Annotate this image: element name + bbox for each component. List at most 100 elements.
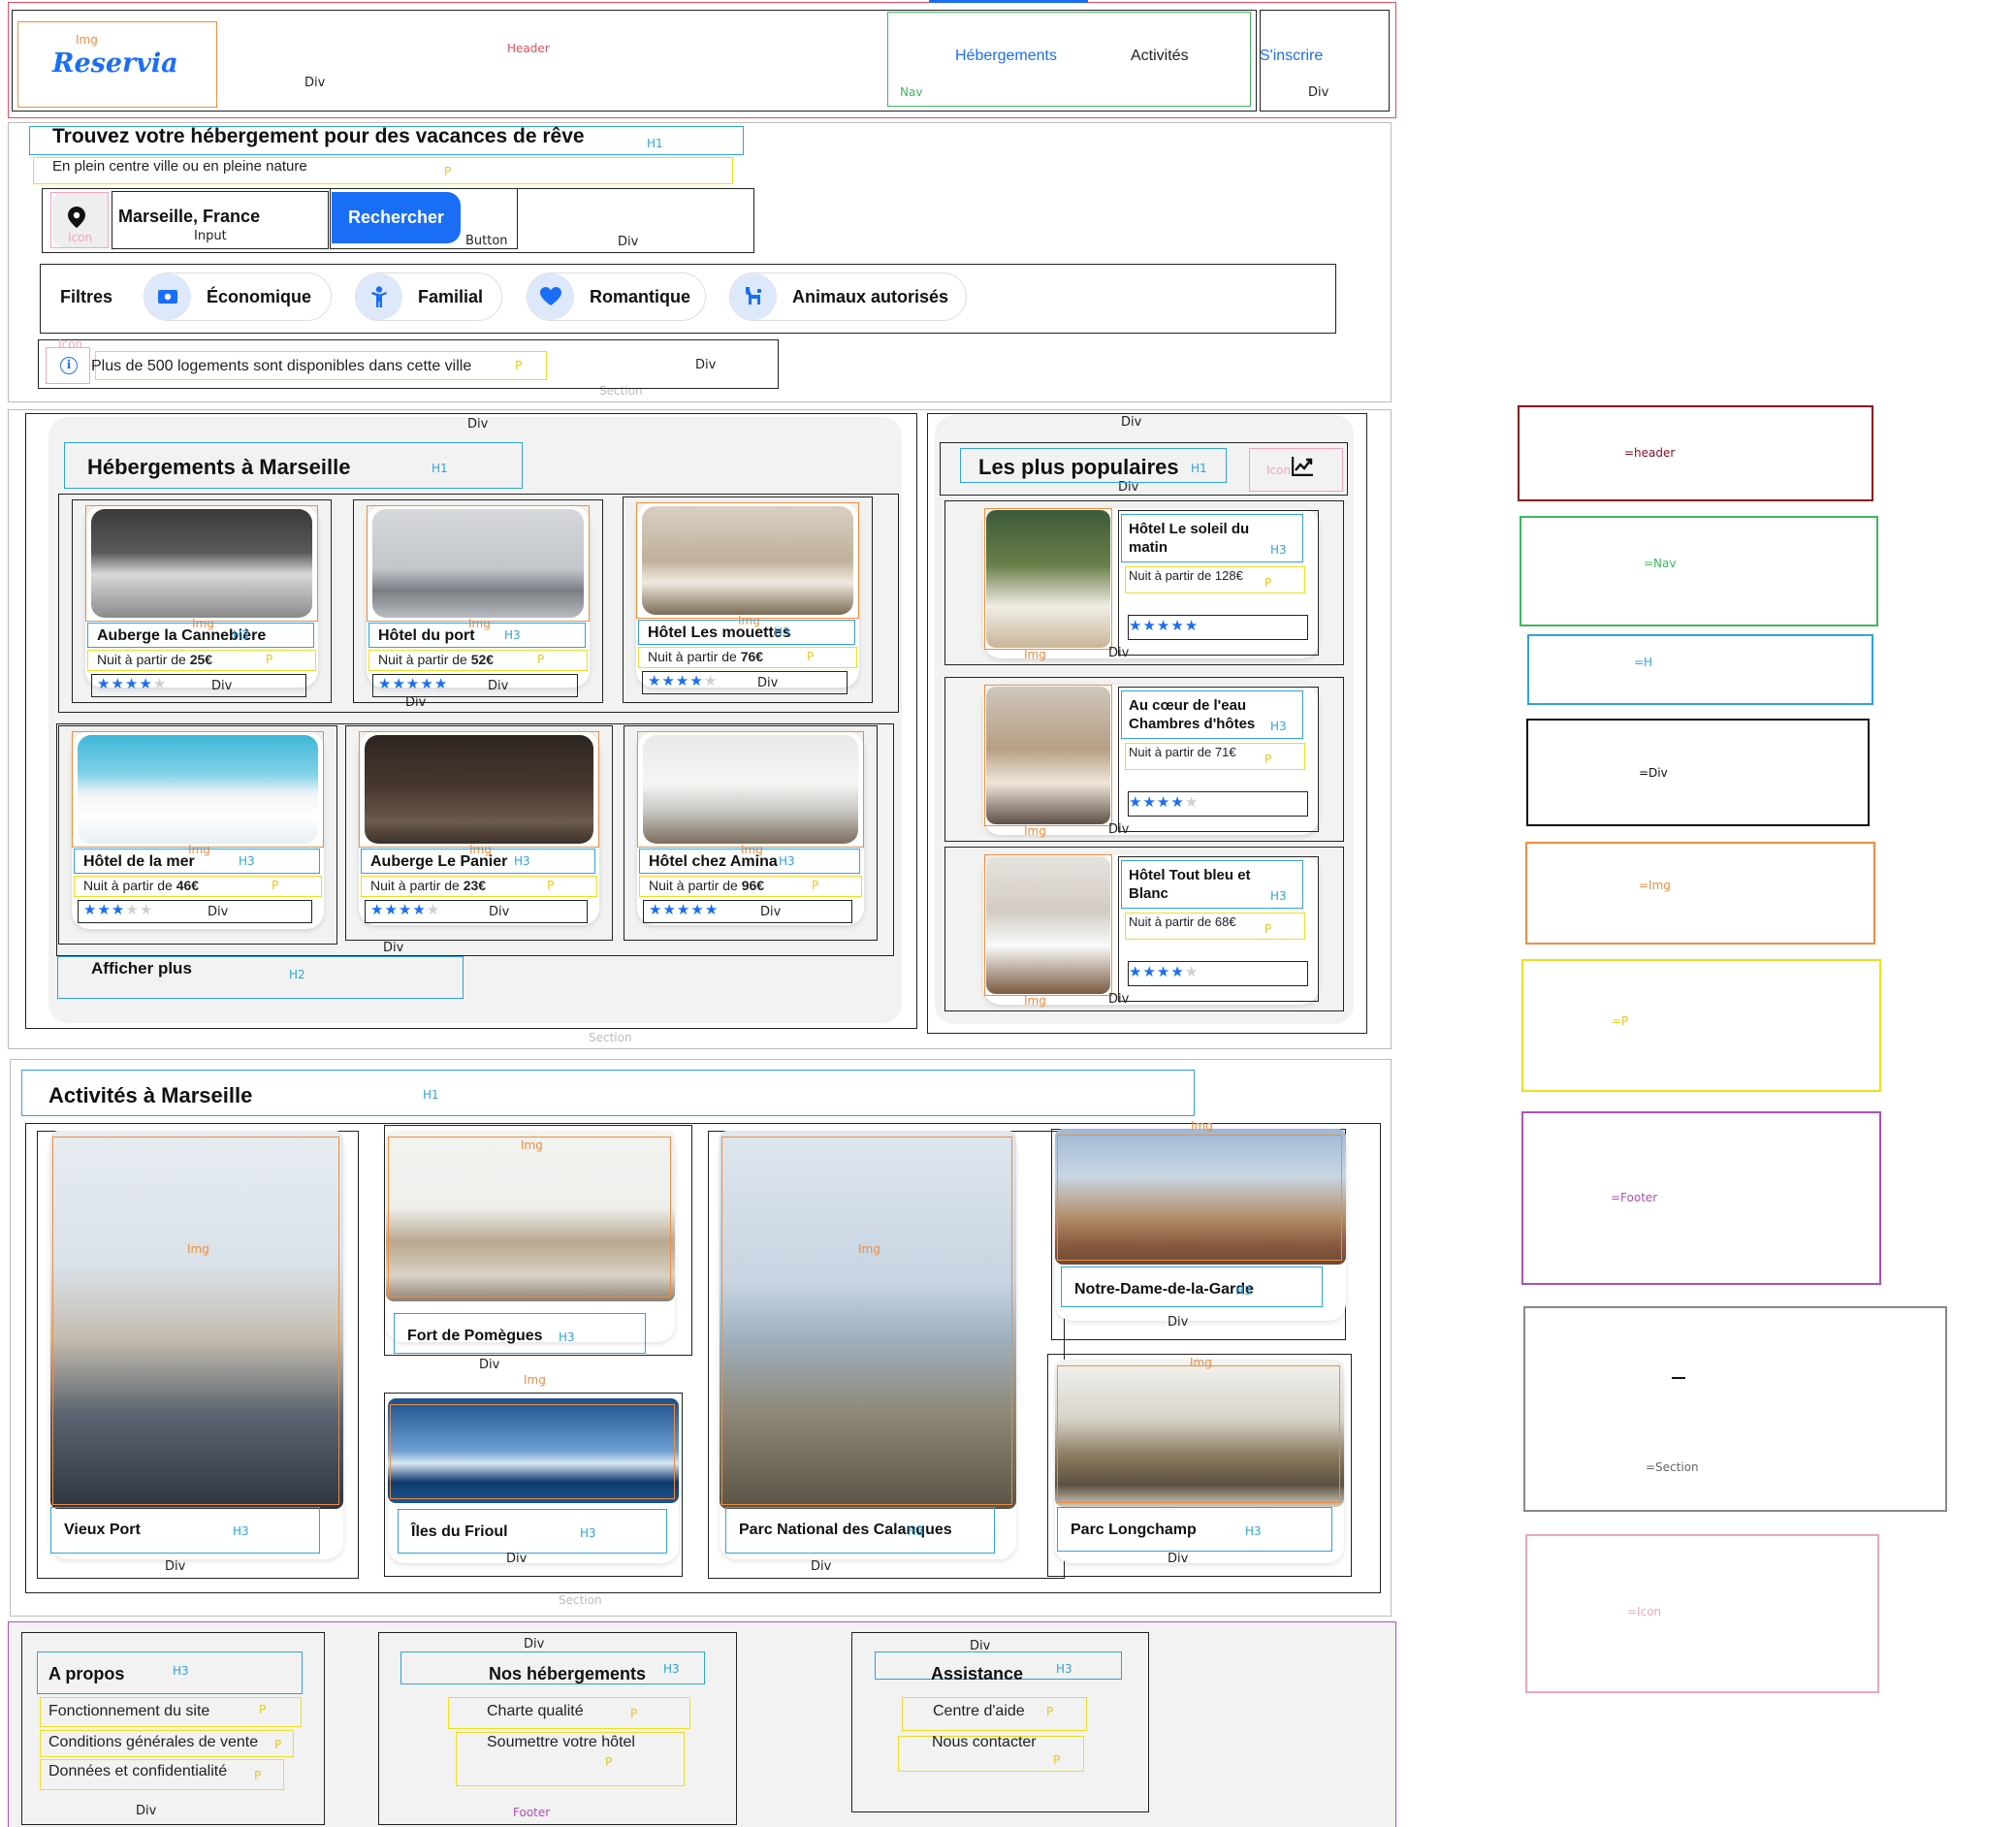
lodging-name: Auberge Le Panier <box>370 853 508 870</box>
popular-price: Nuit à partir de 68€ <box>1129 914 1236 929</box>
legend-label: =Footer <box>1611 1191 1658 1204</box>
footer-link[interactable]: Charte qualité <box>487 1703 584 1720</box>
h3-tag: H3 <box>1235 1284 1252 1298</box>
legend-h <box>1527 634 1873 705</box>
icon-tag: Icon <box>68 231 93 244</box>
p-tag: P <box>1264 922 1272 936</box>
p-tag: P <box>1053 1753 1061 1767</box>
star-icon: ★ <box>704 902 720 918</box>
price-prefix: Nuit à partir de <box>649 878 742 893</box>
p-tag: P <box>444 165 452 178</box>
h1-tag: H1 <box>423 1088 439 1102</box>
img-annotation <box>388 1137 671 1298</box>
nav-link-activites[interactable]: Activités <box>1131 48 1189 65</box>
img-annotation <box>390 1404 675 1499</box>
dog-icon <box>730 273 777 320</box>
money-icon <box>144 273 191 320</box>
popular-price: Nuit à partir de 71€ <box>1129 745 1236 759</box>
img-annotation <box>984 854 1112 996</box>
info-text: Plus de 500 logements sont disponibles d… <box>91 358 472 374</box>
div-tag: Div <box>489 905 510 919</box>
p-tag: P <box>266 653 273 666</box>
footer-link[interactable]: Données et confidentialité <box>48 1763 227 1780</box>
footer-link[interactable]: Centre d'aide <box>933 1703 1025 1720</box>
lodging-price: Nuit à partir de 46€ <box>83 878 199 893</box>
star-icon: ★ <box>111 676 125 692</box>
legend-icon <box>1525 1534 1879 1693</box>
div-tag: Div <box>695 358 717 372</box>
star-icon: ★ <box>405 676 421 692</box>
star-icon: ★ <box>125 902 140 918</box>
star-icon: ★ <box>139 902 154 918</box>
p-tag: P <box>272 879 279 892</box>
logo[interactable]: Reservia <box>52 48 178 79</box>
h3-tag: H3 <box>1056 1662 1072 1676</box>
star-icon: ★ <box>83 902 98 918</box>
lodging-price: Nuit à partir de 23€ <box>370 878 486 893</box>
star-icon: ★ <box>111 902 126 918</box>
footer-link[interactable]: Conditions générales de vente <box>48 1734 258 1751</box>
lodging-price: Nuit à partir de 25€ <box>97 652 212 667</box>
filter-label: Romantique <box>590 286 691 306</box>
legend-label: =P <box>1612 1014 1629 1028</box>
filter-label: Familial <box>418 286 484 306</box>
div-tag: Div <box>1168 1552 1189 1566</box>
div-tag: Div <box>506 1552 528 1566</box>
rating-stars: ★★★★★ <box>648 672 718 689</box>
rating-stars: ★★★★★ <box>1129 963 1199 980</box>
star-icon: ★ <box>97 902 112 918</box>
heart-icon <box>528 273 574 320</box>
section-tag: Section <box>559 1593 602 1607</box>
img-annotation <box>367 505 590 622</box>
nav-link-hebergements[interactable]: Hébergements <box>955 48 1057 65</box>
signup-link[interactable]: S'inscrire <box>1260 48 1323 65</box>
rating-stars: ★★★★★ <box>649 901 719 918</box>
p-tag: P <box>537 653 545 666</box>
star-icon: ★ <box>690 902 705 918</box>
activity-name: Fort de Pomègues <box>407 1328 543 1344</box>
div-tag: Div <box>488 679 509 693</box>
legend-label: =Img <box>1639 879 1671 892</box>
activity-name: Parc Longchamp <box>1071 1522 1197 1538</box>
popular-title: Les plus populaires <box>978 455 1179 479</box>
price-value: 96€ <box>741 878 765 893</box>
footer-link[interactable]: Soumettre votre hôtel <box>487 1734 635 1751</box>
footer-link[interactable]: Nous contacter <box>932 1734 1037 1751</box>
p-tag: P <box>259 1703 267 1716</box>
input-tag: Input <box>194 229 227 243</box>
div-tag: Div <box>1108 992 1130 1007</box>
div-tag: Div <box>1308 85 1329 100</box>
star-icon: ★ <box>1142 618 1157 634</box>
lodging-name: Hôtel du port <box>378 627 475 644</box>
img-tag: Img <box>76 33 98 47</box>
filter-familial[interactable]: Familial <box>355 272 502 321</box>
filters-label: Filtres <box>60 287 113 306</box>
footer-link[interactable]: Fonctionnement du site <box>48 1703 209 1720</box>
div-tag: Div <box>165 1559 186 1574</box>
price-value: 46€ <box>176 878 200 893</box>
div-tag: Div <box>1121 415 1142 430</box>
p-tag: P <box>605 1755 613 1769</box>
search-button[interactable]: Rechercher <box>332 192 461 243</box>
p-tag: P <box>1264 576 1272 590</box>
img-annotation <box>85 505 318 622</box>
activity-name: Notre-Dame-de-la-Garde <box>1074 1281 1254 1298</box>
p-tag: P <box>1046 1705 1054 1718</box>
p-tag: P <box>515 359 523 372</box>
star-icon: ★ <box>1184 618 1200 634</box>
filter-economique[interactable]: Économique <box>144 272 332 321</box>
div-tag: Div <box>1168 1315 1189 1330</box>
legend-label: =Div <box>1639 766 1668 780</box>
lodging-name: Hôtel de la mer <box>83 853 195 870</box>
h3-tag: H3 <box>1270 889 1287 903</box>
filter-animaux[interactable]: Animaux autorisés <box>729 272 967 321</box>
rating-stars: ★★★★★ <box>1129 793 1199 811</box>
h3-tag: H3 <box>779 854 795 868</box>
star-icon: ★ <box>1170 794 1185 811</box>
img-tag: Img <box>1024 824 1046 838</box>
legend-label: =Section <box>1646 1460 1699 1474</box>
filter-romantique[interactable]: Romantique <box>527 272 706 321</box>
legend-p <box>1521 959 1881 1092</box>
lodging-title: Hébergements à Marseille <box>87 455 351 479</box>
show-more-link[interactable]: Afficher plus <box>91 959 192 978</box>
